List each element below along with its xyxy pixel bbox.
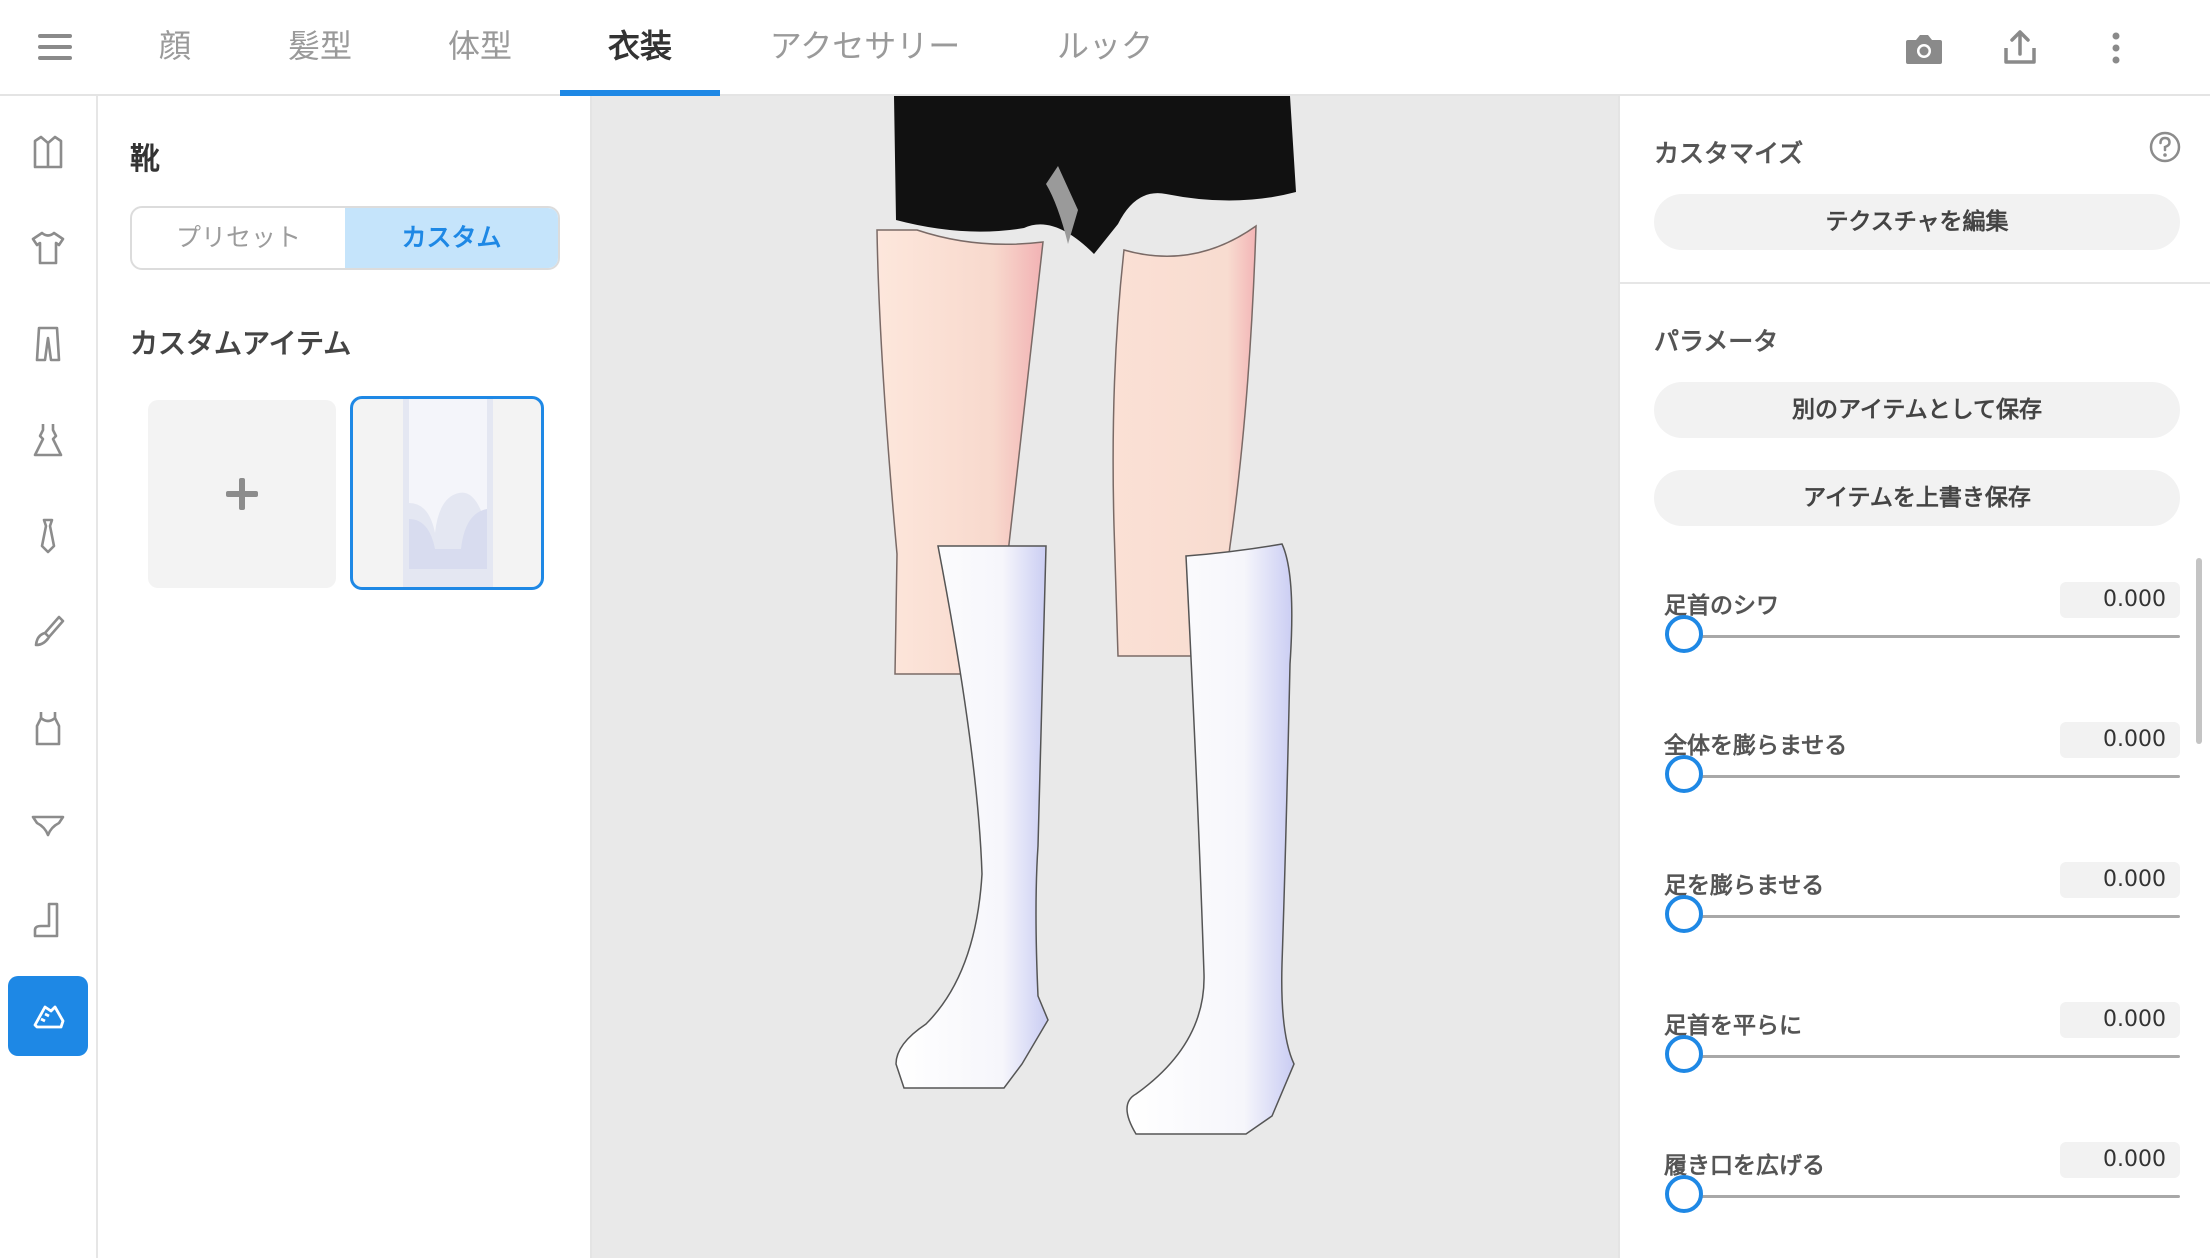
slider-knob[interactable] xyxy=(1665,615,1703,653)
preset-tab-button[interactable]: プリセット xyxy=(132,208,345,268)
avatar-3d-viewport[interactable] xyxy=(592,96,1618,1258)
save-as-new-item-button[interactable]: 別のアイテムとして保存 xyxy=(1654,382,2180,438)
custom-items-heading: カスタムアイテム xyxy=(130,327,352,360)
tab-body-shape[interactable]: 体型 xyxy=(440,0,520,94)
slider-knob[interactable] xyxy=(1665,1035,1703,1073)
rail-item-dress[interactable] xyxy=(8,400,88,480)
panel-scrollbar[interactable] xyxy=(2196,558,2202,744)
tshirt-icon xyxy=(31,231,65,265)
overwrite-item-button[interactable]: アイテムを上書き保存 xyxy=(1654,470,2180,526)
more-vert-icon[interactable] xyxy=(2094,26,2138,70)
tank-top-icon xyxy=(35,712,61,746)
category-rail xyxy=(0,96,98,1258)
slider-knob[interactable] xyxy=(1665,1175,1703,1213)
tab-outfit[interactable]: 衣装 xyxy=(560,0,720,96)
tab-look[interactable]: ルック xyxy=(1050,0,1160,94)
rail-item-tank-top[interactable] xyxy=(8,688,88,768)
param-inflate-all: 全体を膨らませる 0.000 xyxy=(1664,722,2180,836)
sock-icon xyxy=(33,902,59,938)
rail-item-necktie[interactable] xyxy=(8,496,88,576)
edit-texture-button[interactable]: テクスチャを編集 xyxy=(1654,194,2180,250)
param-value-field[interactable]: 0.000 xyxy=(2060,1002,2180,1038)
help-icon[interactable] xyxy=(2148,130,2182,164)
plus-icon xyxy=(226,478,258,510)
necktie-icon xyxy=(40,518,56,554)
hamburger-icon[interactable] xyxy=(38,34,74,62)
underwear-icon xyxy=(31,815,65,837)
boot-thumbnail-image xyxy=(403,399,493,587)
rail-item-underwear[interactable] xyxy=(8,784,88,864)
pants-icon xyxy=(35,326,61,362)
customize-heading: カスタマイズ xyxy=(1654,139,1804,168)
avatar-legs-render xyxy=(876,96,1296,1135)
rail-item-jacket[interactable] xyxy=(8,112,88,192)
rail-item-shoes[interactable] xyxy=(8,976,88,1056)
slider-knob[interactable] xyxy=(1665,755,1703,793)
param-flatten-ankle: 足首を平らに 0.000 xyxy=(1664,1002,2180,1116)
camera-icon[interactable] xyxy=(1902,26,1946,70)
param-value-field[interactable]: 0.000 xyxy=(2060,862,2180,898)
param-value-field[interactable]: 0.000 xyxy=(2060,582,2180,618)
brush-icon xyxy=(34,615,65,647)
share-icon[interactable] xyxy=(1998,26,2042,70)
rail-item-sock[interactable] xyxy=(8,880,88,960)
tab-accessory[interactable]: アクセサリー xyxy=(760,0,970,94)
slider-knob[interactable] xyxy=(1665,895,1703,933)
dress-icon xyxy=(33,424,63,457)
customize-panel: カスタマイズ テクスチャを編集 パラメータ 別のアイテムとして保存 アイテムを上… xyxy=(1618,96,2210,1258)
param-label: 全体を膨らませる xyxy=(1664,733,1848,759)
slider-track[interactable] xyxy=(1684,775,2180,778)
tab-face[interactable]: 顔 xyxy=(150,0,200,94)
rail-item-tshirt[interactable] xyxy=(8,208,88,288)
param-widen-opening: 履き口を広げる 0.000 xyxy=(1664,1142,2180,1256)
param-ankle-wrinkle: 足首のシワ 0.000 xyxy=(1664,582,2180,696)
slider-track[interactable] xyxy=(1684,915,2180,918)
shoe-icon xyxy=(33,1005,65,1029)
param-value-field[interactable]: 0.000 xyxy=(2060,722,2180,758)
preset-custom-toggle: プリセット カスタム xyxy=(130,206,560,270)
slider-track[interactable] xyxy=(1684,1195,2180,1198)
add-item-button[interactable] xyxy=(148,400,336,588)
rail-item-pants[interactable] xyxy=(8,304,88,384)
rail-item-brush[interactable] xyxy=(8,592,88,672)
jacket-icon xyxy=(33,135,63,169)
top-bar: 顔 髪型 体型 衣装 アクセサリー ルック xyxy=(0,0,2210,96)
panel-title: 靴 xyxy=(130,142,160,177)
custom-item-thumbnail[interactable] xyxy=(350,396,544,590)
divider xyxy=(1620,282,2210,284)
item-panel: 靴 プリセット カスタム カスタムアイテム xyxy=(98,96,592,1258)
slider-track[interactable] xyxy=(1684,1055,2180,1058)
tab-hairstyle[interactable]: 髪型 xyxy=(280,0,360,94)
custom-tab-button[interactable]: カスタム xyxy=(345,208,558,268)
parameters-heading: パラメータ xyxy=(1654,327,1779,356)
param-value-field[interactable]: 0.000 xyxy=(2060,1142,2180,1178)
param-inflate-legs: 足を膨らませる 0.000 xyxy=(1664,862,2180,976)
slider-track[interactable] xyxy=(1684,635,2180,638)
